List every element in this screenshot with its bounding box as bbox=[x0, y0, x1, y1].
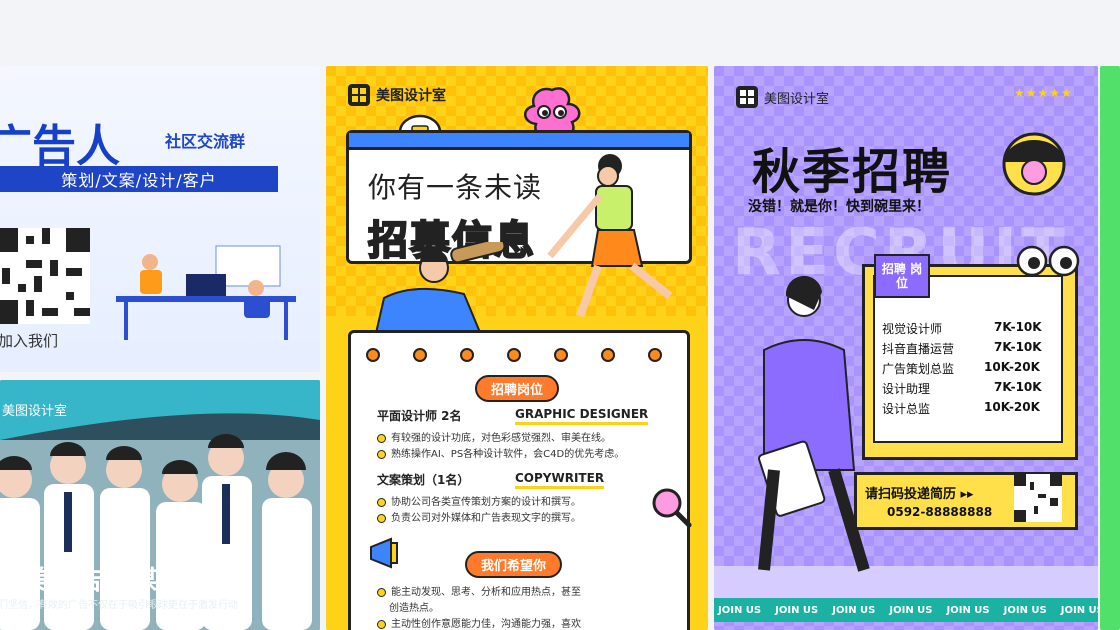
list-item: 能主动发现、思考、分析和应用热点，甚至 bbox=[377, 583, 581, 598]
megaphone-icon bbox=[370, 537, 398, 569]
binder-rings bbox=[366, 348, 662, 362]
card-subtitle: 社区交流群 bbox=[165, 132, 246, 151]
job-salary: 10K-20K bbox=[984, 400, 1040, 414]
job-name: 设计总监 bbox=[882, 402, 931, 416]
job-name: 视觉设计师 bbox=[882, 322, 943, 336]
job-salary: 7K-10K bbox=[994, 380, 1042, 394]
job-salary: 7K-10K bbox=[994, 320, 1042, 334]
ticker-item: JOIN US bbox=[832, 604, 876, 616]
list-item-continued: 创造热点。 bbox=[389, 603, 439, 614]
poster-title: 秋季招聘 bbox=[752, 144, 953, 200]
eyes-icon bbox=[1016, 245, 1080, 277]
job-list-inner bbox=[873, 275, 1063, 443]
brand-logo-icon bbox=[348, 84, 370, 106]
list-item: 熟练操作AI、PS各种设计软件，会C4D的优先考虑。 bbox=[377, 445, 624, 460]
template-card-partial[interactable] bbox=[1100, 66, 1120, 630]
qr-code-image bbox=[1014, 474, 1062, 522]
ticker-item: JOIN US bbox=[946, 604, 990, 616]
job-en-designer: GRAPHIC DESIGNER bbox=[515, 407, 649, 425]
list-item: 主动性创作意愿能力佳，沟通能力强，喜欢 bbox=[377, 615, 581, 630]
brand-logo-icon bbox=[736, 86, 758, 108]
ticker-item: JOIN US bbox=[1003, 604, 1047, 616]
rating-stars: ★★★★★ bbox=[1014, 86, 1073, 100]
section-pill-positions: 招聘岗位 bbox=[475, 375, 560, 402]
join-us-ticker: JOIN US JOIN US JOIN US JOIN US JOIN US … bbox=[714, 598, 1098, 622]
telescope-boy-illustration bbox=[372, 242, 506, 342]
bullet-icon bbox=[377, 587, 386, 597]
join-us-label: 加入我们 bbox=[0, 332, 59, 350]
apply-cta-text: 请扫码投递简历 ▸▸ bbox=[865, 487, 974, 502]
company-slogan: 们坚信，有效的广告不仅在于吸引眼球更在于激发行动 bbox=[0, 600, 238, 611]
job-name: 抖音直播运营 bbox=[882, 342, 955, 356]
ticker-item: JOIN US bbox=[1060, 604, 1098, 616]
job-salary: 10K-20K bbox=[984, 360, 1040, 374]
brand-logo: 美图设计室 bbox=[348, 84, 446, 106]
card-title: 广告人 bbox=[0, 121, 120, 172]
ticker-item: JOIN US bbox=[889, 604, 933, 616]
brand-name: 美图设计室 bbox=[764, 91, 830, 107]
job-salary: 7K-10K bbox=[994, 340, 1042, 354]
ticker-item: JOIN US bbox=[718, 604, 762, 616]
brand-logo: 美图设计室 bbox=[736, 86, 829, 108]
brand-label: 美图设计室 bbox=[2, 404, 68, 419]
magnifier-icon bbox=[652, 488, 692, 528]
list-item: 负责公司对外媒体和广告表现文字的撰写。 bbox=[377, 509, 581, 524]
avatar-sticker bbox=[1002, 132, 1066, 196]
contact-phone: 0592-88888888 bbox=[887, 505, 993, 519]
template-card-autumn-recruit[interactable]: 美图设计室 ★★★★★ RECRUIT 秋季招聘 没错！就是你！快到碗里来！ 招… bbox=[714, 66, 1098, 630]
top-bar bbox=[0, 0, 1120, 64]
job-title-copywriter: 文案策划（1名） bbox=[377, 473, 470, 487]
template-card-media-company[interactable]: 美图设计室 小美广告传媒公司 们坚信，有效的广告不仅在于吸引眼球更在于激发行动 bbox=[0, 380, 320, 630]
job-name: 设计助理 bbox=[882, 382, 931, 396]
template-card-recruit-yellow[interactable]: 美图设计室 你有一条未读 招募信息 招聘岗位 平面设计师 2名 GRAPHIC … bbox=[326, 66, 708, 630]
jumping-girl-illustration bbox=[547, 154, 673, 318]
ticker-item: JOIN US bbox=[775, 604, 819, 616]
bullet-icon bbox=[377, 497, 386, 507]
bullet-icon bbox=[377, 433, 386, 443]
job-details-sheet: 招聘岗位 平面设计师 2名 GRAPHIC DESIGNER 有较强的设计功底，… bbox=[348, 330, 692, 630]
job-name: 广告策划总监 bbox=[882, 362, 955, 376]
headline-line1: 你有一条未读 bbox=[368, 171, 543, 204]
job-en-copywriter: COPYWRITER bbox=[515, 471, 605, 489]
job-title-designer: 平面设计师 2名 bbox=[377, 409, 462, 423]
office-illustration bbox=[116, 245, 296, 340]
bullet-icon bbox=[377, 513, 386, 523]
card-tags: 策划/文案/设计/客户 bbox=[0, 166, 278, 192]
bullet-icon bbox=[377, 619, 386, 629]
list-item: 协助公司各类宣传策划方案的设计和撰写。 bbox=[377, 493, 581, 508]
list-item: 有较强的设计功底，对色彩感觉强烈、审美在线。 bbox=[377, 429, 611, 444]
brand-name: 美图设计室 bbox=[376, 88, 446, 104]
qr-code-image bbox=[0, 228, 90, 324]
template-card-community-group[interactable]: 广告人 社区交流群 策划/文案/设计/客户 加入我们 bbox=[0, 66, 320, 372]
woman-illustration bbox=[758, 275, 870, 572]
section-pill-expectations: 我们希望你 bbox=[465, 551, 563, 578]
bullet-icon bbox=[377, 449, 386, 459]
poster-tagline: 没错！就是你！快到碗里来！ bbox=[748, 199, 930, 215]
company-title: 小美广告传媒公司 bbox=[0, 566, 213, 596]
